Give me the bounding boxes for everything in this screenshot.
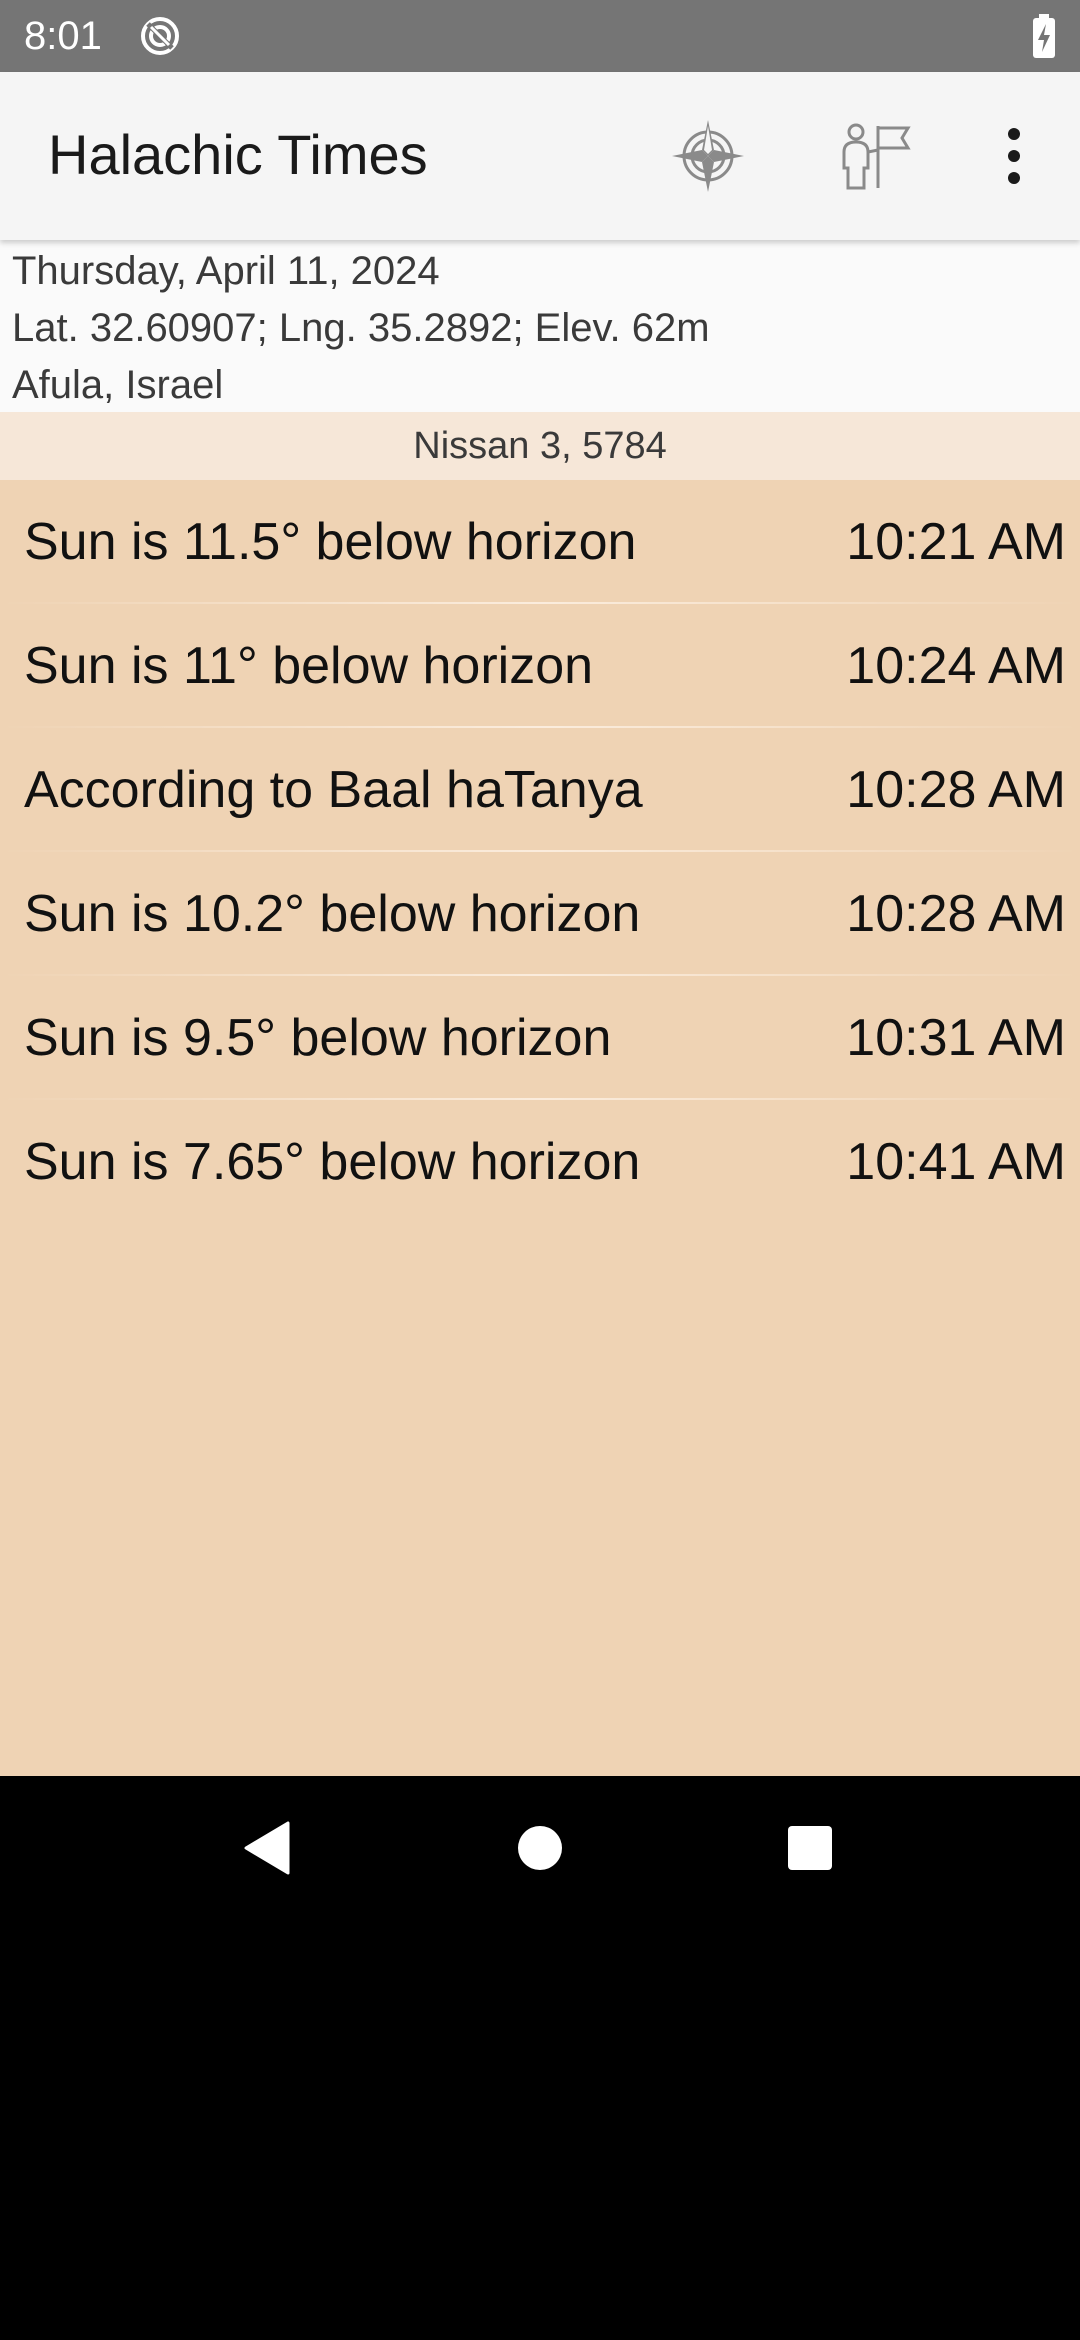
sync-icon	[141, 17, 179, 55]
time-label: According to Baal haTanya	[24, 761, 643, 819]
list-item[interactable]: Sun is 10.2° below horizon 10:28 AM	[0, 852, 1080, 976]
time-value: 10:21 AM	[846, 513, 1066, 571]
times-list: Sun is 11.5° below horizon 10:21 AM Sun …	[0, 480, 1080, 1776]
list-item[interactable]: Sun is 11.5° below horizon 10:21 AM	[0, 480, 1080, 604]
recents-icon	[788, 1826, 832, 1870]
back-icon	[244, 1821, 290, 1875]
list-item[interactable]: Sun is 9.5° below horizon 10:31 AM	[0, 976, 1080, 1100]
time-value: 10:41 AM	[846, 1133, 1066, 1191]
hebrew-date: Nissan 3, 5784	[413, 425, 667, 467]
home-icon	[518, 1826, 562, 1870]
time-label: Sun is 11° below horizon	[24, 637, 594, 695]
location-header[interactable]: Thursday, April 11, 2024 Lat. 32.60907; …	[0, 240, 1080, 412]
back-button[interactable]	[217, 1798, 317, 1898]
status-bar: 8:01	[0, 0, 1080, 72]
time-value: 10:28 AM	[846, 885, 1066, 943]
gregorian-date: Thursday, April 11, 2024	[12, 249, 440, 293]
time-label: Sun is 11.5° below horizon	[24, 513, 637, 571]
guide-icon	[842, 123, 911, 190]
location-icon	[672, 120, 744, 192]
app-title: Halachic Times	[48, 123, 428, 186]
status-time: 8:01	[24, 14, 102, 58]
time-label: Sun is 7.65° below horizon	[24, 1133, 641, 1191]
more-options-button[interactable]	[966, 108, 1062, 204]
guide-button[interactable]	[828, 108, 924, 204]
time-label: Sun is 9.5° below horizon	[24, 1009, 612, 1067]
home-button[interactable]	[490, 1798, 590, 1898]
more-vert-icon	[1008, 128, 1020, 184]
location-button[interactable]	[660, 108, 756, 204]
screen: 8:01 Halachic Times Thursday, April 11, …	[0, 0, 1080, 2340]
time-value: 10:24 AM	[846, 637, 1066, 695]
list-item[interactable]: Sun is 11° below horizon 10:24 AM	[0, 604, 1080, 728]
time-value: 10:28 AM	[846, 761, 1066, 819]
list-item[interactable]: According to Baal haTanya 10:28 AM	[0, 728, 1080, 852]
navigation-bar	[0, 1776, 1080, 1920]
recents-button[interactable]	[760, 1798, 860, 1898]
list-item[interactable]: Sun is 7.65° below horizon 10:41 AM	[0, 1100, 1080, 1224]
app-bar: Halachic Times	[0, 72, 1080, 240]
hebrew-date-bar: Nissan 3, 5784	[0, 412, 1080, 480]
time-value: 10:31 AM	[846, 1009, 1066, 1067]
time-label: Sun is 10.2° below horizon	[24, 885, 641, 943]
battery-charging-icon	[1033, 14, 1055, 58]
coordinates: Lat. 32.60907; Lng. 35.2892; Elev. 62m	[12, 306, 710, 350]
place-name: Afula, Israel	[12, 363, 224, 407]
